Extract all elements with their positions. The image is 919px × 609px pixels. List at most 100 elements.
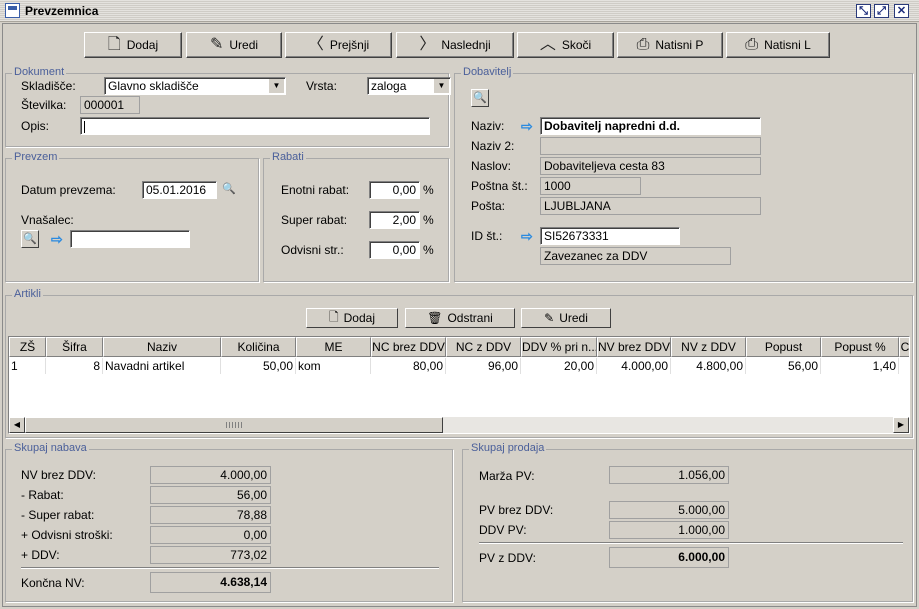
new-document-icon: 🗋 bbox=[107, 36, 121, 53]
table-cell[interactable]: kom bbox=[296, 358, 371, 374]
super-rabat-input[interactable]: 2,00 bbox=[369, 211, 420, 229]
column-header[interactable]: NV z DDV bbox=[671, 337, 746, 357]
uredi-button[interactable]: ✎ Uredi bbox=[186, 32, 282, 58]
ddv-value: 773,02 bbox=[150, 546, 271, 564]
column-header[interactable]: NV brez DDV bbox=[597, 337, 671, 357]
scroll-right-icon[interactable]: ▶ bbox=[893, 417, 909, 433]
column-header[interactable]: DDV % pri n... bbox=[521, 337, 597, 357]
naslednji-button[interactable]: 〉 Naslednji bbox=[396, 32, 514, 58]
edit-icon: ✎ bbox=[544, 311, 555, 325]
window-title: Prevzemnica bbox=[25, 4, 99, 18]
horizontal-scrollbar[interactable]: ◀ ▶ bbox=[9, 417, 909, 433]
vnasalec-search-button[interactable]: 🔍 bbox=[21, 230, 39, 248]
chevron-left-icon: 〈 bbox=[307, 36, 324, 53]
posta-field: LJUBLJANA bbox=[540, 197, 761, 215]
column-header[interactable]: Količina bbox=[221, 337, 296, 357]
dobavitelj-legend: Dobavitelj bbox=[461, 66, 514, 78]
table-cell[interactable]: 96,00 bbox=[446, 358, 521, 374]
column-header[interactable]: NC brez DDV bbox=[371, 337, 446, 357]
table-cell[interactable]: 50,00 bbox=[221, 358, 296, 374]
skupaj-nabava-legend: Skupaj nabava bbox=[12, 442, 89, 454]
close-icon[interactable]: ✕ bbox=[894, 4, 909, 18]
nv-brez-label: NV brez DDV: bbox=[21, 468, 96, 482]
marza-label: Marža PV: bbox=[479, 469, 535, 483]
skladisce-label: Skladišče: bbox=[21, 79, 76, 93]
prodaja-separator bbox=[479, 542, 903, 544]
table-cell[interactable]: 20,00 bbox=[521, 358, 597, 374]
chevron-right-icon: 〉 bbox=[419, 36, 436, 53]
vrsta-select[interactable]: zaloga ▼ bbox=[367, 77, 451, 95]
artikli-dodaj-button[interactable]: 🗋 Dodaj bbox=[306, 308, 398, 328]
id-label: ID št.: bbox=[471, 229, 503, 243]
column-header[interactable]: Šifra bbox=[46, 337, 103, 357]
table-cell[interactable]: 1,40 bbox=[821, 358, 899, 374]
odvisni-stroski-label: + Odvisni stroški: bbox=[21, 528, 113, 542]
dokument-legend: Dokument bbox=[12, 66, 67, 78]
chevron-up-icon: ︿ bbox=[539, 36, 556, 53]
skupaj-prodaja-legend: Skupaj prodaja bbox=[469, 442, 547, 454]
table-cell[interactable]: Navadni artikel bbox=[103, 358, 221, 374]
column-header[interactable]: ME bbox=[296, 337, 371, 357]
scrollbar-thumb[interactable] bbox=[25, 417, 443, 433]
trash-icon: 🗑 bbox=[427, 311, 443, 325]
opis-input[interactable] bbox=[80, 117, 430, 135]
chevron-down-icon[interactable]: ▼ bbox=[434, 79, 449, 93]
dobavitelj-search-button[interactable]: 🔍 bbox=[471, 89, 489, 107]
naziv-input[interactable]: Dobavitelj napredni d.d. bbox=[540, 117, 761, 135]
dodaj-button[interactable]: 🗋 Dodaj bbox=[84, 32, 182, 58]
table-cell[interactable]: 1 bbox=[9, 358, 46, 374]
super-rabat-label: Super rabat: bbox=[281, 213, 348, 227]
prejsnji-button[interactable]: 〈 Prejšnji bbox=[285, 32, 392, 58]
scroll-left-icon[interactable]: ◀ bbox=[9, 417, 25, 433]
pv-brez-label: PV brez DDV: bbox=[479, 503, 554, 517]
opis-label: Opis: bbox=[21, 119, 50, 133]
artikli-dodaj-label: Dodaj bbox=[343, 311, 375, 325]
calendar-search-icon[interactable]: 🔍 bbox=[220, 181, 238, 199]
table-cell[interactable]: 4.800,00 bbox=[671, 358, 746, 374]
artikli-grid[interactable]: ZŠ Šifra Naziv Količina ME NC brez DDV N… bbox=[8, 336, 910, 434]
column-header[interactable]: Naziv bbox=[103, 337, 221, 357]
odvisni-label: Odvisni str.: bbox=[281, 243, 344, 257]
rabati-legend: Rabati bbox=[270, 151, 306, 163]
koncna-nv-value: 4.638,14 bbox=[150, 572, 271, 593]
skoci-label: Skoči bbox=[561, 38, 592, 52]
artikli-odstrani-label: Odstrani bbox=[447, 311, 493, 325]
arrow-right-icon: ⇨ bbox=[51, 231, 63, 247]
chevron-down-icon[interactable]: ▼ bbox=[269, 79, 284, 93]
artikli-uredi-button[interactable]: ✎ Uredi bbox=[521, 308, 611, 328]
artikli-odstrani-button[interactable]: 🗑 Odstrani bbox=[405, 308, 515, 328]
column-header[interactable]: Popust bbox=[746, 337, 821, 357]
rabat-label: - Rabat: bbox=[21, 488, 64, 502]
skoci-button[interactable]: ︿ Skoči bbox=[517, 32, 614, 58]
vrsta-label: Vrsta: bbox=[306, 79, 337, 93]
natisni-l-label: Natisni L bbox=[764, 38, 811, 52]
skladisce-select[interactable]: Glavno skladišče ▼ bbox=[104, 77, 286, 95]
column-header[interactable]: ZŠ bbox=[9, 337, 46, 357]
ddv-pv-label: DDV PV: bbox=[479, 523, 527, 537]
stevilka-field: 000001 bbox=[80, 96, 140, 114]
datum-input[interactable]: 05.01.2016 bbox=[142, 181, 217, 199]
restore-icon[interactable]: ⤡ bbox=[856, 4, 871, 18]
new-document-icon: 🗋 bbox=[328, 309, 339, 324]
natisni-l-button[interactable]: ⎙ Natisni L bbox=[726, 32, 830, 58]
vnasalec-input[interactable] bbox=[70, 230, 190, 248]
edit-icon: ✎ bbox=[209, 36, 224, 53]
enotni-rabat-input[interactable]: 0,00 bbox=[369, 181, 420, 199]
naslov-field: Dobaviteljeva cesta 83 bbox=[540, 157, 761, 175]
id-input[interactable]: SI52673331 bbox=[540, 227, 680, 245]
maximize-icon[interactable]: ⤢ bbox=[874, 4, 889, 18]
super-rabat-total-label: - Super rabat: bbox=[21, 508, 95, 522]
table-cell[interactable]: 80,00 bbox=[371, 358, 446, 374]
table-cell[interactable]: 56,00 bbox=[746, 358, 821, 374]
odvisni-input[interactable]: 0,00 bbox=[369, 241, 420, 259]
table-cell[interactable]: 4.000,00 bbox=[597, 358, 671, 374]
column-header[interactable]: Popust % bbox=[821, 337, 899, 357]
naziv2-field bbox=[540, 137, 761, 155]
artikli-uredi-label: Uredi bbox=[559, 311, 588, 325]
natisni-p-label: Natisni P bbox=[655, 38, 704, 52]
table-cell[interactable] bbox=[899, 358, 909, 374]
table-cell[interactable]: 8 bbox=[46, 358, 103, 374]
natisni-p-button[interactable]: ⎙ Natisni P bbox=[617, 32, 723, 58]
column-header[interactable]: C bbox=[899, 337, 909, 357]
column-header[interactable]: NC z DDV bbox=[446, 337, 521, 357]
